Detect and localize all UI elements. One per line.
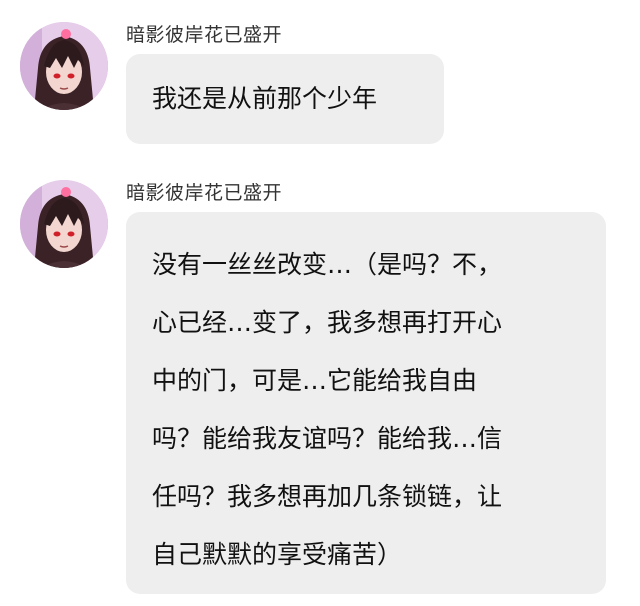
anime-girl-avatar-icon [20,180,108,268]
sender-name: 暗影彼岸花已盛开 [126,182,283,204]
message-text: 我还是从前那个少年 [152,84,378,113]
message-bubble[interactable]: 我还是从前那个少年 [126,54,444,144]
avatar[interactable] [20,22,108,110]
avatar[interactable] [20,180,108,268]
message-text-line: 中的门，可是…它能给我自由 [152,366,478,395]
message-text-line: 吗？能给我友谊吗？能给我…信 [152,424,503,453]
message-text-line: 心已经…变了，我多想再打开心 [152,308,503,337]
chat-message: 暗影彼岸花已盛开 没有一丝丝改变…（是吗？不， 心已经…变了，我多想再打开心 中… [0,160,640,606]
message-text-line: 自己默默的享受痛苦） [152,540,403,569]
anime-girl-avatar-icon [20,22,108,110]
message-bubble[interactable]: 没有一丝丝改变…（是吗？不， 心已经…变了，我多想再打开心 中的门，可是…它能给… [126,212,606,594]
sender-name: 暗影彼岸花已盛开 [126,24,283,46]
message-text-line: 没有一丝丝改变…（是吗？不， [152,250,503,279]
message-text-line: 任吗？我多想再加几条锁链，让 [152,482,503,511]
chat-message: 暗影彼岸花已盛开 我还是从前那个少年 [0,0,640,160]
